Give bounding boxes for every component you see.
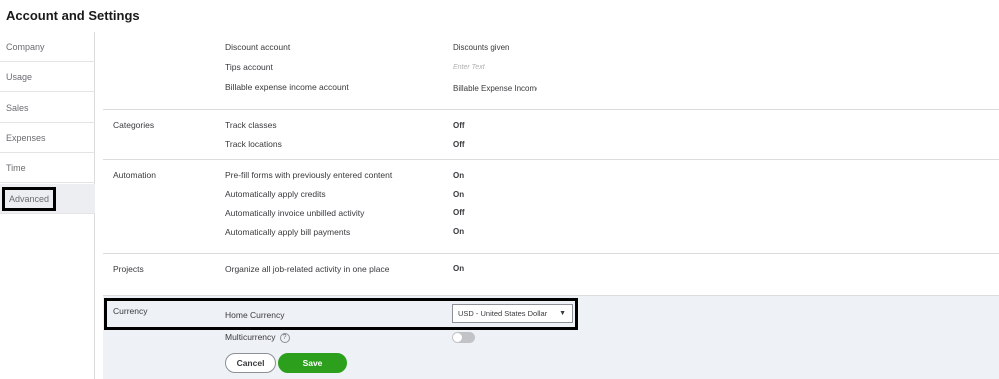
multicurrency-label: Multicurrency? <box>225 332 290 343</box>
multicurrency-toggle[interactable] <box>452 332 475 343</box>
categories-section[interactable]: Categories Track classes Off Track locat… <box>103 109 999 159</box>
save-button[interactable]: Save <box>278 353 347 373</box>
apply-bill-payments-label: Automatically apply bill payments <box>225 227 351 237</box>
apply-bill-payments-value: On <box>453 227 465 236</box>
apply-credits-value: On <box>453 190 465 199</box>
accounts-section: Discount account Discounts given Tips ac… <box>103 32 999 109</box>
multicurrency-label-text: Multicurrency <box>225 332 276 342</box>
sidebar-item-label: Usage <box>6 72 33 82</box>
invoice-unbilled-value: Off <box>453 208 465 217</box>
sidebar-item-label: Company <box>6 42 45 52</box>
prefill-forms-value: On <box>453 171 465 180</box>
sidebar-item-label: Sales <box>6 103 29 113</box>
settings-main: Discount account Discounts given Tips ac… <box>103 32 999 379</box>
home-currency-select[interactable]: USD - United States Dollar ▼ <box>452 304 573 323</box>
track-classes-label: Track classes <box>225 120 277 130</box>
billable-expense-account-label: Billable expense income account <box>225 82 349 92</box>
section-title: Currency <box>113 306 148 316</box>
section-title: Automation <box>113 170 156 180</box>
sidebar-item-expenses[interactable]: Expenses <box>0 123 95 153</box>
sidebar-item-time[interactable]: Time <box>0 153 95 183</box>
settings-sidebar: Company Usage Sales Expenses Time Advanc… <box>0 32 95 379</box>
track-classes-value: Off <box>453 121 465 130</box>
discount-account-value[interactable]: Discounts given <box>453 43 509 52</box>
sidebar-item-label: Time <box>6 163 26 173</box>
tips-account-input[interactable]: Enter Text <box>453 64 485 71</box>
sidebar-item-company[interactable]: Company <box>0 32 95 62</box>
caret-down-icon: ▼ <box>559 310 566 317</box>
projects-section[interactable]: Projects Organize all job-related activi… <box>103 253 999 295</box>
toggle-knob <box>453 333 462 342</box>
billable-expense-account-value[interactable]: Billable Expense Income <box>453 84 537 93</box>
organize-projects-label: Organize all job-related activity in one… <box>225 264 390 274</box>
prefill-forms-label: Pre-fill forms with previously entered c… <box>225 170 393 180</box>
organize-projects-value: On <box>453 264 465 273</box>
sidebar-item-advanced[interactable]: Advanced <box>0 184 95 214</box>
tips-account-label: Tips account <box>225 62 273 72</box>
page-title: Account and Settings <box>6 8 140 23</box>
currency-section: Currency Home Currency USD - United Stat… <box>103 295 999 379</box>
cancel-button[interactable]: Cancel <box>225 353 276 373</box>
home-currency-label: Home Currency <box>225 310 285 320</box>
sidebar-item-sales[interactable]: Sales <box>0 93 95 123</box>
track-locations-label: Track locations <box>225 139 282 149</box>
section-title: Projects <box>113 264 144 274</box>
home-currency-value: USD - United States Dollar <box>458 309 548 318</box>
invoice-unbilled-label: Automatically invoice unbilled activity <box>225 208 365 218</box>
discount-account-label: Discount account <box>225 42 291 52</box>
track-locations-value: Off <box>453 140 465 149</box>
apply-credits-label: Automatically apply credits <box>225 189 326 199</box>
section-title: Categories <box>113 120 155 130</box>
sidebar-item-label: Advanced <box>2 187 57 211</box>
sidebar-item-usage[interactable]: Usage <box>0 62 95 92</box>
help-circle-icon[interactable]: ? <box>279 332 290 343</box>
sidebar-item-label: Expenses <box>6 133 46 143</box>
automation-section[interactable]: Automation Pre-fill forms with previousl… <box>103 159 999 253</box>
